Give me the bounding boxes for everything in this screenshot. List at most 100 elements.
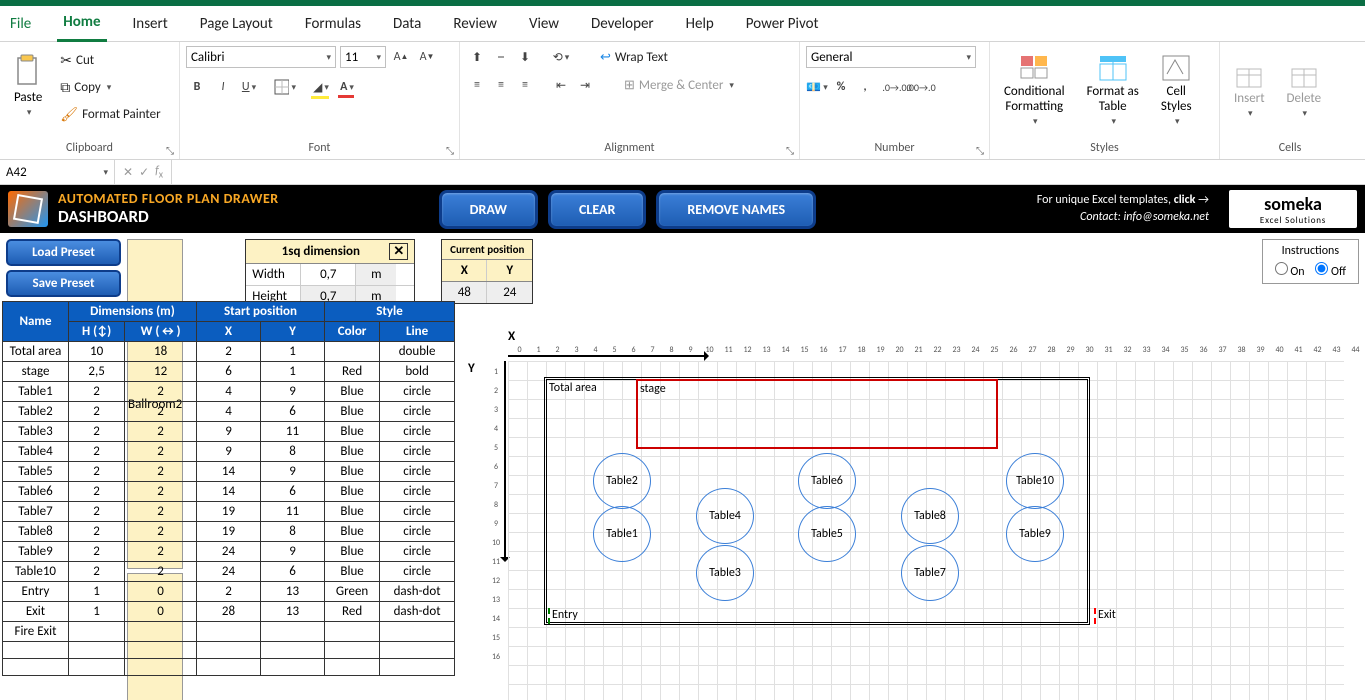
shape-table2[interactable]: Table2 xyxy=(593,453,651,509)
table-row[interactable]: Table12249Bluecircle xyxy=(3,382,455,402)
shape-exit[interactable]: Exit xyxy=(1094,608,1116,624)
enter-formula-icon[interactable]: ✓ xyxy=(139,165,149,180)
save-preset-button[interactable]: Save Preset xyxy=(6,270,121,297)
shape-table1[interactable]: Table1 xyxy=(593,506,651,562)
remove-names-button[interactable]: REMOVE NAMES xyxy=(656,190,816,229)
instructions-on-radio[interactable]: On xyxy=(1275,265,1305,279)
orientation-button[interactable]: ⟲▾ xyxy=(550,46,572,68)
merge-center-button[interactable]: ⊞Merge & Center▾ xyxy=(620,74,738,96)
bold-button[interactable]: B xyxy=(186,76,208,98)
name-box[interactable]: A42▾ xyxy=(0,160,115,184)
tab-page-layout[interactable]: Page Layout xyxy=(194,7,279,41)
comma-button[interactable]: , xyxy=(854,76,876,98)
format-as-table-button[interactable]: Format as Table▾ xyxy=(1079,46,1147,134)
table-row[interactable]: Table42298Bluecircle xyxy=(3,442,455,462)
table-row[interactable]: Table1022246Bluecircle xyxy=(3,562,455,582)
table-row[interactable]: Table922249Bluecircle xyxy=(3,542,455,562)
clear-button[interactable]: CLEAR xyxy=(548,190,646,229)
table-row[interactable]: Table22246Bluecircle xyxy=(3,402,455,422)
table-row[interactable]: Table522149Bluecircle xyxy=(3,462,455,482)
shape-table9[interactable]: Table9 xyxy=(1006,506,1064,562)
shape-table5[interactable]: Table5 xyxy=(798,506,856,562)
copy-button[interactable]: ⧉Copy▾ xyxy=(56,77,115,98)
table-row[interactable]: stage2,51261Redbold xyxy=(3,362,455,382)
close-icon[interactable]: ✕ xyxy=(389,243,408,260)
plan-grid[interactable]: Total area stage Table1 Table2 Table3 Ta… xyxy=(508,361,1344,700)
percent-button[interactable]: % xyxy=(830,76,852,98)
decrease-indent-button[interactable]: ⇤ xyxy=(550,74,572,96)
number-format-select[interactable]: General▾ xyxy=(806,46,976,68)
align-bottom-button[interactable]: ⬇ xyxy=(514,46,536,68)
arrow-right-icon: → xyxy=(1198,193,1209,207)
table-row[interactable] xyxy=(3,659,455,676)
tab-insert[interactable]: Insert xyxy=(127,7,174,41)
increase-indent-button[interactable]: ⇥ xyxy=(574,74,596,96)
alignment-launcher[interactable]: ⤡ xyxy=(783,143,797,157)
insert-button[interactable]: Insert▾ xyxy=(1226,46,1273,134)
table-row[interactable] xyxy=(3,642,455,659)
table-row[interactable]: Table822198Bluecircle xyxy=(3,522,455,542)
decrease-font-button[interactable]: A▼ xyxy=(416,46,438,68)
borders-button[interactable]: ▾ xyxy=(274,76,296,98)
table-row[interactable]: Table322911Bluecircle xyxy=(3,422,455,442)
tab-help[interactable]: Help xyxy=(680,7,720,41)
load-preset-button[interactable]: Load Preset xyxy=(6,239,121,266)
format-painter-button[interactable]: 🖌Format Painter xyxy=(56,104,164,125)
shape-table3[interactable]: Table3 xyxy=(696,545,754,601)
align-middle-button[interactable]: ⎯ xyxy=(490,46,512,68)
wrap-text-button[interactable]: ↩Wrap Text xyxy=(596,46,672,68)
conditional-formatting-button[interactable]: Conditional Formatting▾ xyxy=(996,46,1073,134)
shape-stage[interactable]: stage xyxy=(636,379,998,449)
align-top-button[interactable]: ⬆ xyxy=(466,46,488,68)
decrease-decimal-button[interactable]: .00→.0 xyxy=(910,76,932,98)
someka-logo[interactable]: someka Excel Solutions xyxy=(1229,190,1357,228)
tab-formulas[interactable]: Formulas xyxy=(299,7,367,41)
font-launcher[interactable]: ⤡ xyxy=(443,143,457,157)
clipboard-launcher[interactable]: ⤡ xyxy=(163,143,177,157)
cancel-formula-icon[interactable]: ✕ xyxy=(123,165,133,180)
tab-power-pivot[interactable]: Power Pivot xyxy=(740,7,825,41)
fx-icon[interactable]: fx xyxy=(155,164,163,180)
tab-view[interactable]: View xyxy=(523,7,565,41)
table-row[interactable]: Entry10213Greendash-dot xyxy=(3,582,455,602)
tab-developer[interactable]: Developer xyxy=(585,7,660,41)
paste-button[interactable]: Paste ▾ xyxy=(6,46,50,125)
sq-width-input[interactable]: 0,7 xyxy=(301,264,356,285)
table-row[interactable]: Fire Exit xyxy=(3,622,455,642)
shape-table6[interactable]: Table6 xyxy=(798,453,856,509)
increase-font-button[interactable]: A▲ xyxy=(390,46,412,68)
tab-file[interactable]: File xyxy=(4,7,37,41)
shape-table7[interactable]: Table7 xyxy=(901,545,959,601)
cut-button[interactable]: ✂Cut xyxy=(56,50,98,71)
table-row[interactable]: Table622146Bluecircle xyxy=(3,482,455,502)
draw-button[interactable]: DRAW xyxy=(439,190,538,229)
shape-table4[interactable]: Table4 xyxy=(696,488,754,544)
table-row[interactable]: Exit102813Reddash-dot xyxy=(3,602,455,622)
shape-table8[interactable]: Table8 xyxy=(901,488,959,544)
italic-button[interactable]: I xyxy=(212,76,234,98)
underline-button[interactable]: U▾ xyxy=(238,76,260,98)
table-row[interactable]: Table7221911Bluecircle xyxy=(3,502,455,522)
increase-decimal-button[interactable]: .0→.00 xyxy=(886,76,908,98)
cell-styles-button[interactable]: Cell Styles▾ xyxy=(1153,46,1200,134)
number-launcher[interactable]: ⤡ xyxy=(973,143,987,157)
tab-review[interactable]: Review xyxy=(447,7,503,41)
formula-input[interactable] xyxy=(172,160,1365,184)
info-text: For unique Excel templates, click → Cont… xyxy=(1037,192,1209,226)
y-axis-arrow xyxy=(504,361,506,561)
align-left-button[interactable]: ≡ xyxy=(466,74,488,96)
accounting-format-button[interactable]: 💶▾ xyxy=(806,76,828,98)
align-right-button[interactable]: ≡ xyxy=(514,74,536,96)
shape-entry[interactable]: Entry xyxy=(548,608,578,624)
font-name-select[interactable]: Calibri▾ xyxy=(186,46,336,68)
font-color-button[interactable]: A▾ xyxy=(336,76,358,98)
font-size-select[interactable]: 11▾ xyxy=(340,46,386,68)
table-row[interactable]: Total area101821double xyxy=(3,342,455,362)
tab-data[interactable]: Data xyxy=(387,7,427,41)
delete-button[interactable]: Delete▾ xyxy=(1279,46,1330,134)
instructions-off-radio[interactable]: Off xyxy=(1315,265,1346,279)
fill-color-button[interactable]: ◢▾ xyxy=(310,76,332,98)
tab-home[interactable]: Home xyxy=(57,5,106,42)
align-center-button[interactable]: ≡ xyxy=(490,74,512,96)
shape-table10[interactable]: Table10 xyxy=(1006,453,1064,509)
